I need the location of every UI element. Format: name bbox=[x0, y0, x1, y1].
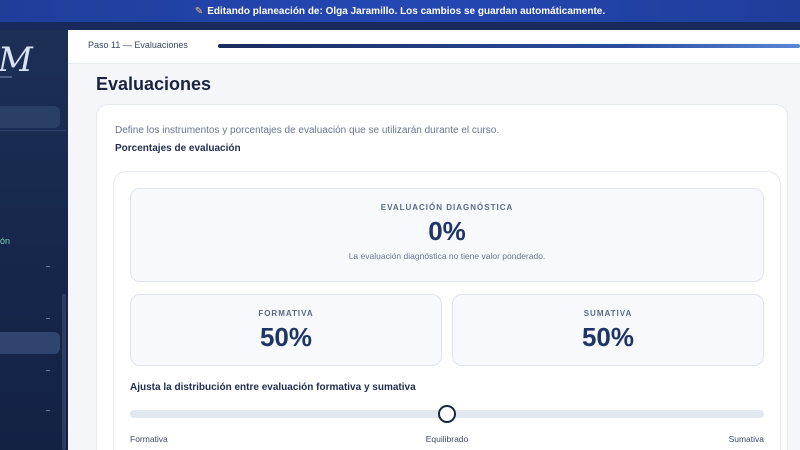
chevron-down-icon[interactable] bbox=[46, 370, 50, 371]
sidebar-scrollbar[interactable] bbox=[62, 294, 66, 450]
formative-box: FORMATIVA 50% bbox=[130, 294, 442, 366]
slider-label-formativa: Formativa bbox=[130, 434, 168, 444]
percentages-panel: EVALUACIÓN DIAGNÓSTICA 0% La evaluación … bbox=[113, 171, 781, 450]
diagnostic-label: EVALUACIÓN DIAGNÓSTICA bbox=[380, 203, 514, 212]
sidebar-item-evaluaciones[interactable] bbox=[0, 332, 60, 354]
app-logo[interactable]: M bbox=[0, 40, 33, 80]
sidebar-divider bbox=[0, 130, 66, 131]
sidebar-item-general[interactable] bbox=[0, 106, 60, 128]
slider-title: Ajusta la distribución entre evaluación … bbox=[130, 382, 416, 393]
pencil-icon: ✎ bbox=[194, 5, 204, 17]
diagnostic-note: La evaluación diagnóstica no tiene valor… bbox=[348, 251, 546, 261]
distribution-slider[interactable] bbox=[130, 405, 764, 423]
formative-label: FORMATIVA bbox=[258, 309, 314, 318]
summative-label: SUMATIVA bbox=[583, 309, 633, 318]
page-title: Evaluaciones bbox=[96, 74, 212, 94]
section-description: Define los instrumentos y porcentajes de… bbox=[115, 125, 500, 136]
formative-value: 50% bbox=[259, 322, 313, 352]
diagnostic-value: 0% bbox=[428, 216, 466, 246]
banner-text: Editando planeación de: Olga Jaramillo. … bbox=[207, 5, 606, 17]
step-progress-fill bbox=[218, 44, 800, 48]
section-title: Porcentajes de evaluación bbox=[115, 143, 241, 154]
slider-label-sumativa: Sumativa bbox=[728, 434, 764, 444]
evaluation-card: Define los instrumentos y porcentajes de… bbox=[96, 104, 788, 450]
slider-label-equilibrado: Equilibrado bbox=[425, 434, 469, 444]
step-progress-bar bbox=[218, 44, 800, 48]
slider-thumb[interactable] bbox=[438, 405, 456, 423]
chevron-down-icon[interactable] bbox=[46, 410, 50, 411]
diagnostic-box: EVALUACIÓN DIAGNÓSTICA 0% La evaluación … bbox=[130, 188, 764, 282]
summative-value: 50% bbox=[581, 322, 635, 352]
summative-box: SUMATIVA 50% bbox=[452, 294, 764, 366]
step-header: Paso 11 — Evaluaciones bbox=[68, 30, 800, 64]
logo-underline bbox=[0, 76, 12, 78]
autosave-banner: ✎ Editando planeación de: Olga Jaramillo… bbox=[0, 0, 800, 22]
chevron-down-icon[interactable] bbox=[46, 318, 50, 319]
sidebar: M ón bbox=[0, 30, 68, 450]
sidebar-item-label[interactable]: ón bbox=[0, 236, 10, 246]
step-label: Paso 11 — Evaluaciones bbox=[88, 40, 188, 50]
banner-divider bbox=[0, 22, 800, 30]
chevron-down-icon[interactable] bbox=[46, 266, 50, 267]
